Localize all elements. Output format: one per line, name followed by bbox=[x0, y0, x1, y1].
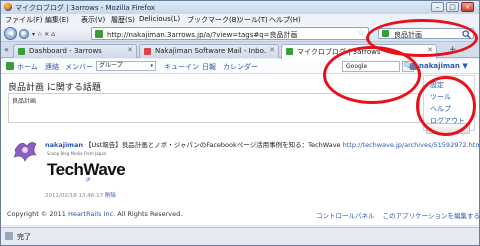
entry-delete-link[interactable]: 削除 bbox=[105, 193, 116, 199]
nav-extra-buttons[interactable]: ▾ ☆ ✕ ⌂ bbox=[32, 31, 55, 38]
nav-members[interactable]: メンバー bbox=[65, 62, 93, 72]
control-panel-link[interactable]: コントロールパネル bbox=[316, 212, 375, 220]
browser-window: マイクロブログ | 3arrows - Mozilla Firefox – □ … bbox=[0, 0, 480, 246]
maximize-button[interactable]: □ bbox=[446, 2, 459, 12]
status-bar: 完了 bbox=[1, 227, 479, 245]
footer-copyright: Copyright © 2011 HeartRails Inc. All Rig… bbox=[7, 210, 182, 218]
entry-time: 2011/02/18 13:46:17 bbox=[45, 193, 105, 199]
group-select-value: グループ bbox=[99, 62, 123, 69]
tab-favicon-icon bbox=[144, 48, 151, 55]
rights-text: All Rights Reserved. bbox=[115, 210, 183, 218]
annotation-ellipse bbox=[323, 46, 421, 104]
entry-user-link[interactable]: nakajiman bbox=[45, 141, 83, 149]
chevron-down-icon: ▾ bbox=[150, 63, 153, 69]
tab-label: Dashboard - 3arrows bbox=[29, 47, 102, 55]
address-bar[interactable]: http://nakajiman.3arrows.jp/a/?view=tags… bbox=[91, 27, 369, 40]
company-link[interactable]: HeartRails Inc. bbox=[68, 210, 115, 218]
tab-close-icon[interactable]: ✕ bbox=[127, 46, 133, 54]
forward-button[interactable]: ▶ bbox=[19, 29, 29, 39]
nav-queue[interactable]: キューイン bbox=[164, 62, 199, 72]
menu-tools[interactable]: ツール(T) bbox=[237, 15, 268, 25]
status-text: 完了 bbox=[17, 233, 31, 241]
user-avatar[interactable] bbox=[11, 137, 39, 162]
entry-timestamp: 2011/02/18 13:46:17 削除 bbox=[45, 191, 116, 199]
nav-contacts[interactable]: 連絡 bbox=[45, 62, 59, 72]
chevron-down-icon: ▼ bbox=[462, 62, 468, 70]
topic-keyword: 良品計画 bbox=[8, 83, 45, 93]
menu-edit[interactable]: 編集(E) bbox=[45, 15, 69, 25]
nav-calendar[interactable]: カレンダー bbox=[223, 62, 258, 72]
annotation-ellipse bbox=[416, 76, 476, 136]
tab-favicon-icon bbox=[18, 48, 25, 55]
close-button[interactable]: × bbox=[461, 2, 474, 12]
back-button[interactable]: ◀ bbox=[4, 27, 17, 40]
minimize-button[interactable]: – bbox=[431, 2, 444, 12]
tab-close-icon[interactable]: ✕ bbox=[269, 46, 275, 54]
window-title: マイクロブログ | 3arrows - Mozilla Firefox bbox=[15, 4, 156, 12]
tab-dashboard[interactable]: Dashboard - 3arrows ✕ bbox=[13, 44, 137, 58]
link-thumbnail[interactable]: Scoop Blog Media From Japan TechWave .JP bbox=[45, 151, 126, 189]
tab-scroll-left-icon[interactable]: « bbox=[4, 45, 9, 54]
menu-view[interactable]: 表示(V) bbox=[81, 15, 105, 25]
menu-file[interactable]: ファイル(F) bbox=[5, 15, 43, 25]
post-textarea-value: 良品計画 bbox=[12, 98, 37, 105]
site-logo-icon[interactable] bbox=[6, 62, 14, 70]
user-name: nakajiman bbox=[419, 62, 460, 70]
thumbnail-domain: .JP bbox=[85, 178, 91, 183]
entry-body: 【Ust報告】良品計画とノボ・ジャパンのFacebookページ活用事例を知る：T… bbox=[82, 141, 343, 149]
copyright-text: Copyright © 2011 bbox=[7, 210, 69, 218]
menu-delicious[interactable]: Delicious(L) bbox=[139, 15, 180, 23]
firefox-icon bbox=[4, 3, 12, 11]
entry-url-link[interactable]: http://techwave.jp/archives/51592972.htm… bbox=[343, 141, 479, 149]
status-icon bbox=[5, 232, 13, 240]
entry-text: nakajiman 【Ust報告】良品計画とノボ・ジャパンのFacebookペー… bbox=[45, 139, 479, 149]
url-text[interactable]: http://nakajiman.3arrows.jp/a/?view=tags… bbox=[107, 30, 298, 40]
user-menu-link[interactable]: nakajiman ▼ bbox=[410, 62, 468, 70]
tab-label: Nakajiman Software Mail - Inbo... bbox=[155, 47, 267, 55]
menu-history[interactable]: 履歴(S) bbox=[111, 15, 135, 25]
site-favicon-icon bbox=[95, 30, 103, 38]
footer-links: コントロールパネル このアプリケーションを編集する bbox=[316, 210, 479, 220]
thumbnail-brand: TechWave bbox=[47, 160, 126, 179]
group-select[interactable]: グループ ▾ bbox=[96, 61, 156, 71]
edit-app-link[interactable]: このアプリケーションを編集する bbox=[383, 212, 479, 220]
title-bar: マイクロブログ | 3arrows - Mozilla Firefox – □ … bbox=[1, 1, 479, 14]
page-title: 良品計画 に関する話題 bbox=[8, 80, 101, 93]
menu-help[interactable]: ヘルプ(H) bbox=[269, 15, 301, 25]
menu-bookmarks[interactable]: ブックマーク(B) bbox=[187, 15, 239, 25]
tab-favicon-icon bbox=[286, 48, 293, 55]
tab-mail[interactable]: Nakajiman Software Mail - Inbo... ✕ bbox=[139, 44, 279, 58]
nav-daily-report[interactable]: 日報 bbox=[202, 62, 216, 72]
topic-suffix: に関する話題 bbox=[44, 83, 101, 93]
bookmark-star-icon[interactable]: ☆ bbox=[357, 28, 365, 38]
nav-home[interactable]: ホーム bbox=[17, 62, 38, 72]
thumbnail-tagline: Scoop Blog Media From Japan bbox=[47, 151, 107, 156]
